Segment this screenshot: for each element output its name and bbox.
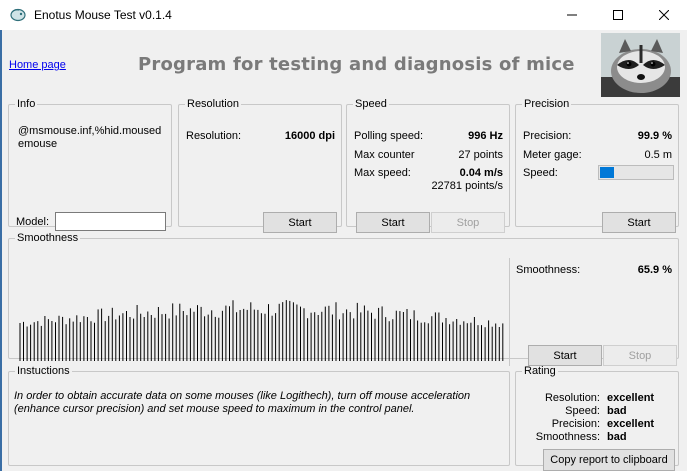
maximize-button[interactable] xyxy=(595,0,641,30)
minimize-icon xyxy=(567,14,577,16)
rating-key: Resolution: xyxy=(544,392,600,404)
smoothness-chart xyxy=(19,300,504,361)
rating-row-resolution: Resolution: excellent xyxy=(522,392,676,405)
window-title: Enotus Mouse Test v0.1.4 xyxy=(34,8,172,22)
precision-group: Precision Precision: 99.9 % Meter gage: … xyxy=(515,98,679,233)
max-speed-label: Max speed: xyxy=(354,167,411,179)
model-label: Model: xyxy=(16,216,50,228)
speed-legend: Speed xyxy=(355,98,387,110)
precision-start-button[interactable]: Start xyxy=(602,212,676,233)
precision-speed-label: Speed: xyxy=(523,167,558,179)
mouse-app-icon xyxy=(10,8,26,22)
max-speed-points: 22781 points/s xyxy=(431,180,503,192)
precision-label: Precision: xyxy=(523,130,572,142)
resolution-group: Resolution Resolution: 16000 dpi Start xyxy=(178,98,342,233)
rating-value: bad xyxy=(607,405,627,417)
close-button[interactable] xyxy=(641,0,687,30)
device-driver-text: @msmouse.inf,%hid.mousedemouse xyxy=(18,125,162,150)
smoothness-group: Smoothness Smoothness: 65.9 % Start Stop xyxy=(8,232,679,366)
maximize-icon xyxy=(613,10,623,20)
precision-value: 99.9 % xyxy=(637,130,672,142)
rating-value: bad xyxy=(607,431,627,443)
client-area: Home page Program for testing and diagno… xyxy=(0,30,687,471)
resolution-label: Resolution: xyxy=(186,130,242,142)
resolution-legend: Resolution xyxy=(187,98,239,110)
rating-legend: Rating xyxy=(524,365,556,377)
rating-row-precision: Precision: excellent xyxy=(522,418,676,431)
smoothness-label: Smoothness: xyxy=(516,264,581,276)
resolution-start-button[interactable]: Start xyxy=(263,212,337,233)
rating-row-smoothness: Smoothness: bad xyxy=(522,431,676,444)
info-legend: Info xyxy=(17,98,36,110)
max-counter-label: Max counter xyxy=(354,149,415,161)
rating-key: Smoothness: xyxy=(535,431,600,443)
home-page-link[interactable]: Home page xyxy=(9,59,66,71)
smoothness-start-button[interactable]: Start xyxy=(528,345,602,366)
title-bar: Enotus Mouse Test v0.1.4 xyxy=(0,0,687,30)
rating-value: excellent xyxy=(607,418,655,430)
instructions-legend: Instuctions xyxy=(17,365,70,377)
raccoon-picture xyxy=(601,33,680,97)
precision-legend: Precision xyxy=(524,98,570,110)
minimize-button[interactable] xyxy=(549,0,595,30)
rating-key: Precision: xyxy=(551,418,600,430)
instructions-text: In order to obtain accurate data on some… xyxy=(14,390,471,415)
rating-group: Rating Resolution: excellent Speed: bad … xyxy=(515,365,679,471)
smoothness-divider xyxy=(509,258,510,366)
max-speed-value: 0.04 m/s xyxy=(459,167,503,179)
smoothness-stop-button[interactable]: Stop xyxy=(603,345,677,366)
resolution-value: 16000 dpi xyxy=(284,130,335,142)
rating-row-speed: Speed: bad xyxy=(522,405,676,418)
speed-start-button[interactable]: Start xyxy=(356,212,430,233)
rating-key: Speed: xyxy=(565,405,600,417)
window-edge xyxy=(0,30,2,471)
smoothness-value: 65.9 % xyxy=(637,264,672,276)
precision-speed-bar xyxy=(598,165,674,180)
polling-speed-label: Polling speed: xyxy=(354,130,424,142)
max-counter-value: 27 points xyxy=(458,149,503,161)
precision-speed-bar-fill xyxy=(600,167,615,178)
meter-gage-label: Meter gage: xyxy=(523,149,582,161)
info-group: Info @msmouse.inf,%hid.mousedemouse Mode… xyxy=(8,98,172,231)
polling-speed-value: 996 Hz xyxy=(468,130,503,142)
instructions-group: Instuctions In order to obtain accurate … xyxy=(8,365,510,466)
copy-report-button[interactable]: Copy report to clipboard xyxy=(543,449,675,471)
model-input[interactable] xyxy=(55,212,166,231)
meter-gage-value: 0.5 m xyxy=(644,149,672,161)
rating-value: excellent xyxy=(607,392,655,404)
speed-stop-button[interactable]: Stop xyxy=(431,212,505,233)
program-banner: Program for testing and diagnosis of mic… xyxy=(138,54,575,75)
close-icon xyxy=(659,10,669,20)
smoothness-legend: Smoothness xyxy=(17,232,79,244)
speed-group: Speed Polling speed: 996 Hz Max counter … xyxy=(346,98,510,233)
